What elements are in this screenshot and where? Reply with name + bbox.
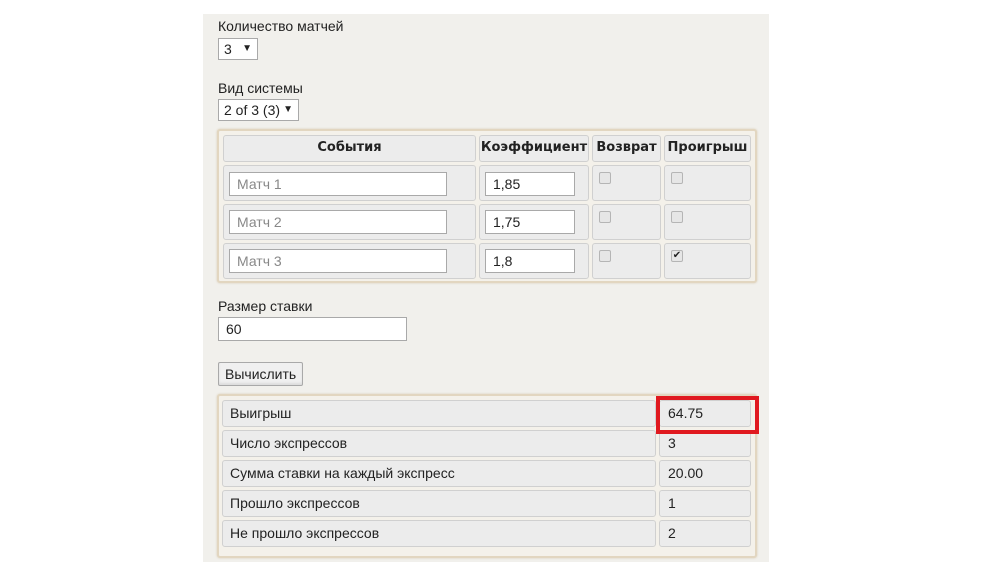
loss-checkbox-3[interactable]: ✔ [671, 250, 683, 262]
matches-count-select[interactable]: 3 ▼ [218, 38, 258, 60]
stake-input[interactable]: 60 [218, 317, 407, 341]
matches-count-label: Количество матчей [218, 18, 344, 34]
loss-checkbox-2[interactable] [671, 211, 683, 223]
check-icon: ✔ [672, 250, 682, 261]
odds-input-1[interactable]: 1,85 [485, 172, 575, 196]
result-value-stake-per-express: 20.00 [659, 460, 751, 487]
result-label-winnings: Выигрыш [222, 400, 656, 427]
odds-input-2[interactable]: 1,75 [485, 210, 575, 234]
chevron-down-icon: ▼ [283, 104, 293, 115]
system-type-label: Вид системы [218, 80, 303, 96]
stake-label: Размер ставки [218, 298, 313, 314]
result-label-express-count: Число экспрессов [222, 430, 656, 457]
system-type-select[interactable]: 2 of 3 (3) ▼ [218, 99, 299, 121]
odds-input-3[interactable]: 1,8 [485, 249, 575, 273]
refund-checkbox-3[interactable] [599, 250, 611, 262]
matches-count-value: 3 [224, 41, 232, 57]
header-events: События [223, 135, 476, 162]
chevron-down-icon: ▼ [242, 43, 252, 54]
result-value-express-count: 3 [659, 430, 751, 457]
result-label-failed: Не прошло экспрессов [222, 520, 656, 547]
result-value-passed: 1 [659, 490, 751, 517]
header-loss: Проигрыш [664, 135, 751, 162]
refund-checkbox-2[interactable] [599, 211, 611, 223]
calculate-button[interactable]: Вычислить [218, 362, 304, 386]
result-value-failed: 2 [659, 520, 751, 547]
event-name-input-3[interactable]: Матч 3 [229, 249, 447, 273]
event-name-input-1[interactable]: Матч 1 [229, 172, 447, 196]
event-name-input-2[interactable]: Матч 2 [229, 210, 447, 234]
result-label-stake-per-express: Сумма ставки на каждый экспресс [222, 460, 656, 487]
winnings-highlight-box [656, 396, 759, 434]
refund-checkbox-1[interactable] [599, 172, 611, 184]
header-odds: Коэффициент [479, 135, 589, 162]
loss-checkbox-1[interactable] [671, 172, 683, 184]
system-type-value: 2 of 3 (3) [224, 102, 281, 118]
result-label-passed: Прошло экспрессов [222, 490, 656, 517]
header-refund: Возврат [592, 135, 661, 162]
